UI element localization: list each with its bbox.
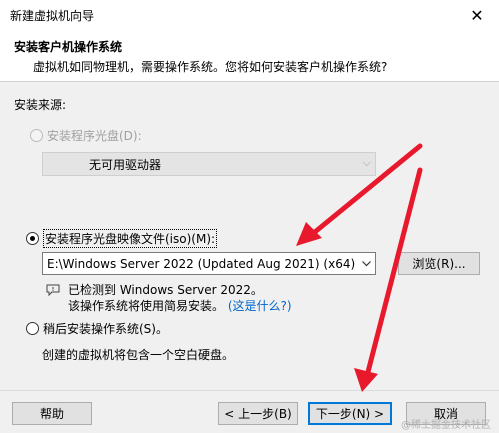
radio-iso-label: 安装程序光盘映像文件(iso)(M):: [43, 229, 218, 248]
title-bar: 新建虚拟机向导 ✕: [0, 0, 499, 30]
page-title: 安装客户机操作系统: [14, 40, 123, 54]
radio-iso[interactable]: 安装程序光盘映像文件(iso)(M):: [26, 229, 218, 248]
close-icon[interactable]: ✕: [455, 0, 499, 30]
easy-install-text: 该操作系统将使用简易安装。: [68, 299, 225, 313]
page-subtitle: 虚拟机如同物理机，需要操作系统。您将如何安装客户机操作系统?: [33, 60, 388, 74]
radio-later[interactable]: 稍后安装操作系统(S)。: [26, 320, 168, 337]
drive-select: 无可用驱动器 ⌵: [42, 152, 376, 176]
watermark: @稀土掘金技术社区: [401, 420, 491, 431]
arrow-to-next-button: [354, 167, 423, 392]
detection-info: 已检测到 Windows Server 2022。 该操作系统将使用简易安装。 …: [46, 282, 292, 314]
help-button[interactable]: 帮助: [12, 402, 92, 425]
chevron-down-icon[interactable]: [358, 253, 375, 274]
footer-divider: [0, 390, 499, 391]
back-button[interactable]: < 上一步(B): [218, 402, 298, 425]
radio-later-label: 稍后安装操作系统(S)。: [43, 322, 168, 336]
source-label: 安装来源:: [14, 98, 67, 112]
iso-path-combobox[interactable]: E:\Windows Server 2022 (Updated Aug 2021…: [42, 252, 376, 275]
drive-select-value: 无可用驱动器: [89, 157, 162, 172]
radio-disc-circle: [30, 129, 43, 142]
browse-button[interactable]: 浏览(R)...: [398, 252, 480, 275]
detect-os-text: 已检测到 Windows Server 2022。: [68, 283, 263, 297]
next-button[interactable]: 下一步(N) >: [308, 402, 392, 425]
window-title: 新建虚拟机向导: [10, 8, 95, 23]
radio-iso-circle[interactable]: [26, 232, 39, 245]
later-description: 创建的虚拟机将包含一个空白硬盘。: [42, 348, 235, 362]
chevron-down-icon: ⌵: [362, 156, 371, 169]
radio-later-circle[interactable]: [26, 322, 39, 335]
radio-disc: 安装程序光盘(D):: [30, 127, 142, 144]
radio-disc-label: 安装程序光盘(D):: [47, 129, 142, 143]
iso-path-value: E:\Windows Server 2022 (Updated Aug 2021…: [47, 256, 359, 271]
wizard-header: 安装客户机操作系统 虚拟机如同物理机，需要操作系统。您将如何安装客户机操作系统?: [0, 30, 499, 82]
whats-this-link[interactable]: (这是什么?): [228, 299, 292, 313]
message-icon: [46, 284, 60, 296]
